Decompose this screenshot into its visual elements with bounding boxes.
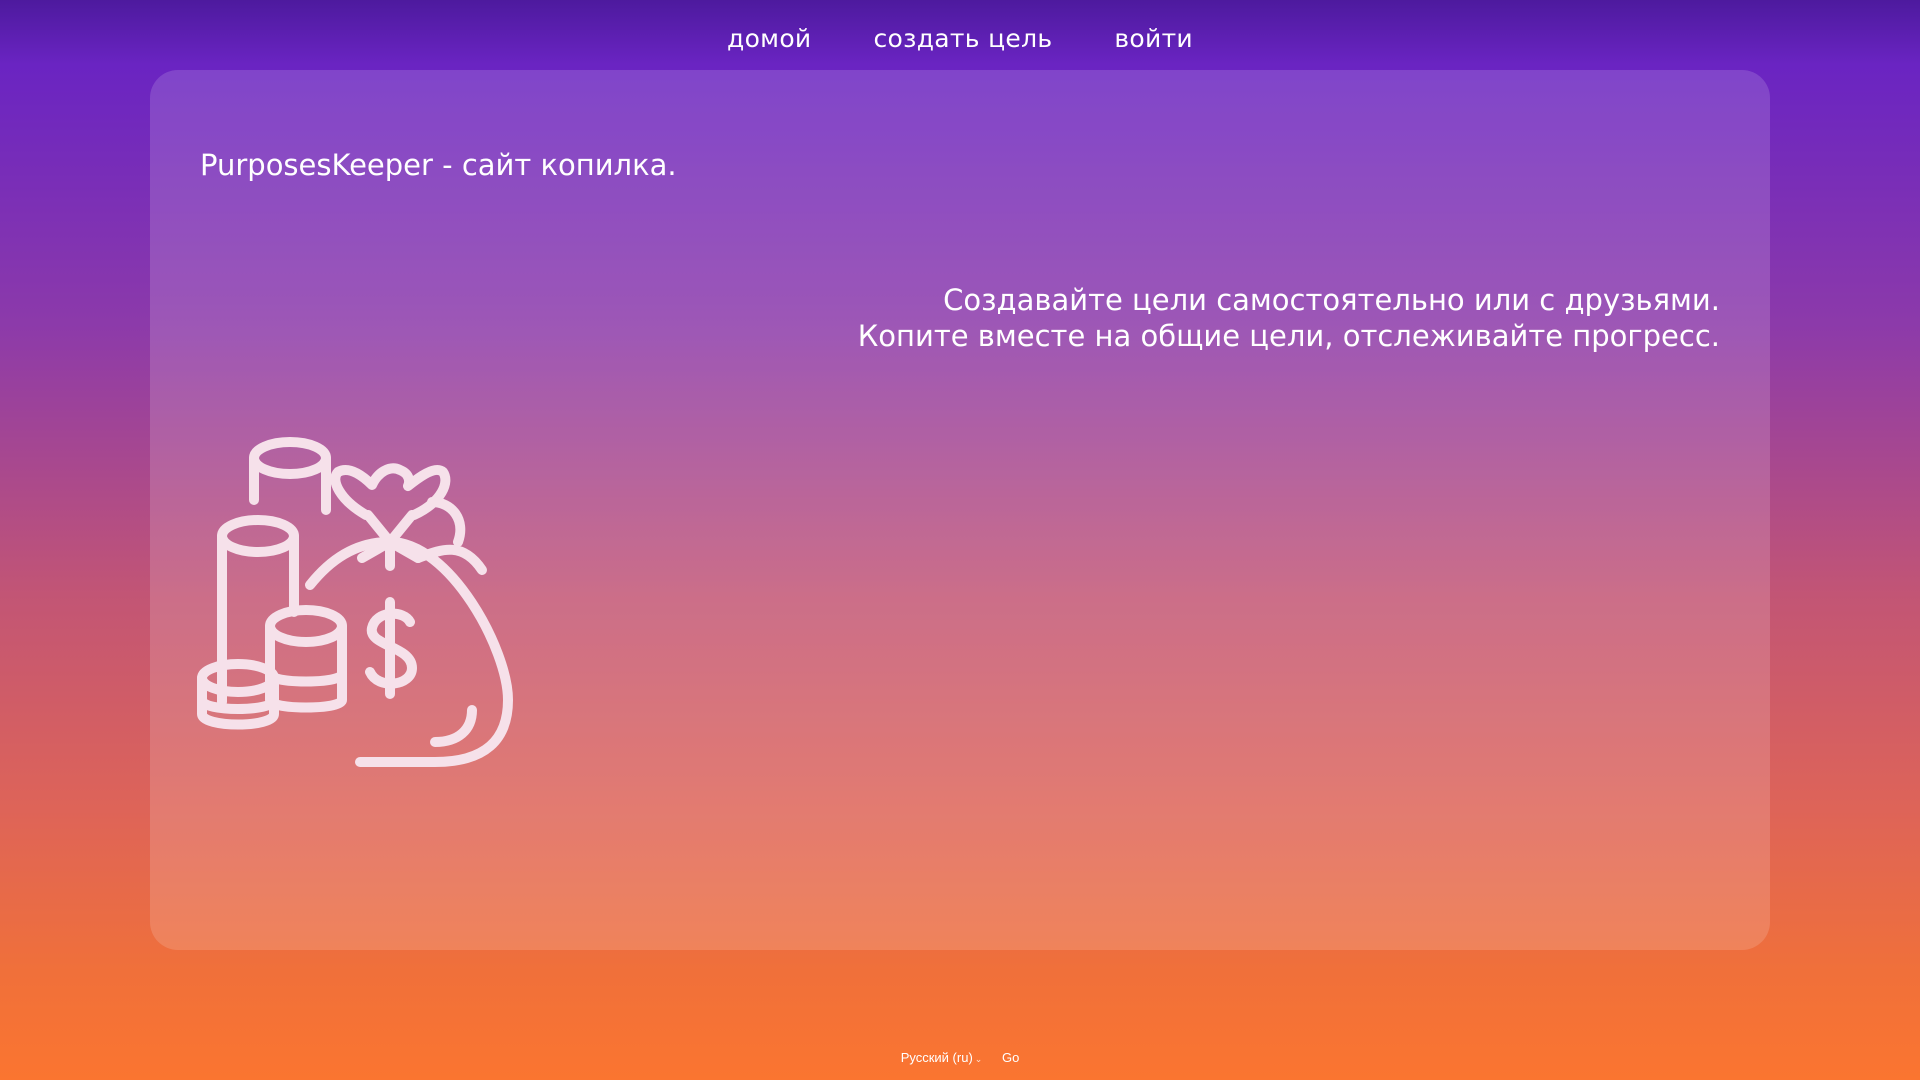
money-bag-coins-icon <box>190 410 590 810</box>
language-select[interactable]: Русский (ru) ⌄ <box>901 1050 983 1065</box>
go-button[interactable]: Go <box>1002 1050 1019 1065</box>
footer: Русский (ru) ⌄ Go <box>0 1050 1920 1065</box>
tagline-line-1: Создавайте цели самостоятельно или с дру… <box>943 283 1720 317</box>
tagline: Создавайте цели самостоятельно или с дру… <box>858 282 1720 354</box>
top-nav: домой создать цель войти <box>0 0 1920 76</box>
nav-create-goal-link[interactable]: создать цель <box>873 24 1052 53</box>
chevron-down-icon: ⌄ <box>974 1054 983 1064</box>
site-title: PurposesKeeper - сайт копилка. <box>200 148 677 182</box>
language-select-value: Русский (ru) <box>900 1050 973 1065</box>
hero-card: PurposesKeeper - сайт копилка. Создавайт… <box>150 70 1770 950</box>
nav-home-link[interactable]: домой <box>727 24 811 53</box>
tagline-line-2: Копите вместе на общие цели, отслеживайт… <box>857 319 1720 353</box>
nav-login-link[interactable]: войти <box>1114 24 1193 53</box>
